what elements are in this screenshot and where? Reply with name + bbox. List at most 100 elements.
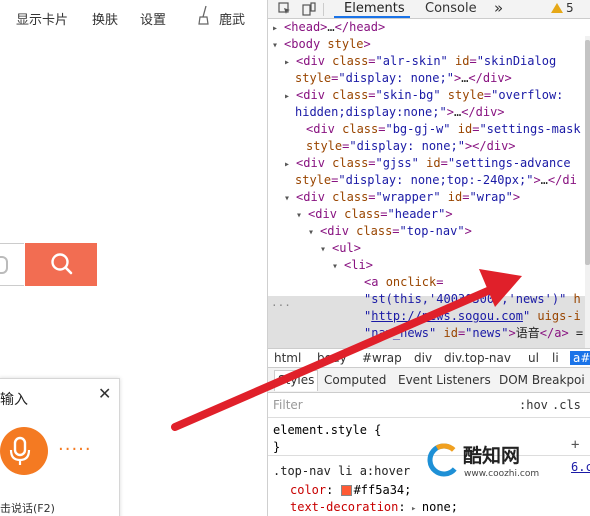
color-swatch[interactable] [340,485,352,496]
search-mic-icon[interactable] [0,256,8,274]
expand-right-icon[interactable]: ▸ [284,91,296,102]
dom-node-line[interactable]: ▾ <li> [332,257,373,274]
dom-node-line[interactable]: ▾ <div class="wrapper" id="wrap"> [284,189,520,206]
dom-token [448,54,455,68]
close-icon[interactable]: ✕ [98,384,111,403]
devtools-panel: Elements Console » 5 ··· ▸ <head>…</head… [268,0,590,516]
dom-token: style [306,139,343,153]
dom-token: … [327,20,335,34]
filter-input[interactable]: Filter [273,398,303,412]
dom-node-line[interactable]: style="display: none;">…</div> [295,70,512,87]
dom-token: <div [308,207,345,221]
dom-token: "settings-advance [447,156,571,170]
more-tabs-icon[interactable]: » [494,0,503,17]
crumb-body[interactable]: body [317,351,347,365]
crumb-top-nav[interactable]: div.top-nav [444,351,511,365]
dom-token: <body [284,37,328,51]
dom-token: </head> [334,20,386,34]
dom-node-line[interactable]: ▾ <div class="header"> [296,206,453,223]
crumb-div[interactable]: div [414,351,432,365]
dom-token: "nav_news" [364,326,437,340]
expand-down-icon[interactable]: ▾ [284,193,296,204]
tab-styles[interactable]: Styles [274,370,319,391]
dom-node-line[interactable]: <a onclick= [364,274,444,291]
warning-icon[interactable] [551,3,563,13]
dom-node-line[interactable]: ▸ <div class="gjss" id="settings-advance [284,155,571,172]
dom-token: id [455,54,470,68]
rule-source-link[interactable]: 6.c [571,460,590,474]
expand-down-icon[interactable]: ▾ [308,227,320,238]
node-actions-ellipsis[interactable]: ··· [271,299,291,312]
tab-dom-breakpoints[interactable]: DOM Breakpoi [499,373,585,387]
dom-token [441,190,448,204]
tab-elements[interactable]: Elements [344,1,405,16]
expand-down-icon[interactable]: ▾ [332,261,344,272]
dom-token: "top-nav" [399,224,465,238]
dom-token: "skin-bg" [375,88,441,102]
dom-token: 语音 [515,326,540,340]
color-declaration[interactable]: color: #ff5a34; [290,482,411,499]
dom-node-line[interactable]: style="display: none;top:-240px;">…</di [295,172,577,189]
dom-node-line[interactable]: ▸ <head>…</head> [272,19,385,36]
dom-token: = [440,156,448,170]
broom-icon[interactable] [197,5,211,25]
tab-event-listeners[interactable]: Event Listeners [398,373,491,387]
dom-token[interactable]: http://news.sogou.com [371,309,523,323]
dom-node-line[interactable]: style="display: none;"></div> [306,138,516,155]
crumb-a-active[interactable]: a# [570,351,590,365]
dom-scrollbar-thumb[interactable] [585,40,590,265]
dom-token: <a [364,275,386,289]
expand-right-icon[interactable]: ▸ [284,57,296,68]
expand-down-icon[interactable]: ▾ [296,210,308,221]
expand-down-icon[interactable]: ▾ [272,40,284,51]
nav-more[interactable]: 鹿武 [219,9,245,28]
dom-node-line[interactable]: ▾ <body style> [272,36,371,53]
dom-node-line[interactable]: ▾ <div class="top-nav"> [308,223,472,240]
crumb-ul[interactable]: ul [528,351,539,365]
search-button[interactable] [25,243,97,286]
microphone-icon [9,436,31,465]
tab-computed[interactable]: Computed [324,373,386,387]
dom-token: "alr-skin" [375,54,448,68]
dom-node-line[interactable]: <div class="bg-gj-w" id="settings-mask [306,121,581,138]
crumb-wrap[interactable]: #wrap [362,351,402,365]
dom-node-line[interactable]: ▸ <div class="alr-skin" id="skinDialog [284,53,556,70]
dom-token: > [512,190,521,204]
dom-token: "news" [465,326,509,340]
dom-node-line[interactable]: ▸ <div class="skin-bg" style="overflow: [284,87,563,104]
devtools-toolbar: Elements Console » 5 [268,0,590,19]
expand-down-icon[interactable]: ▾ [320,244,332,255]
dom-node-line[interactable]: ▾ <ul> [320,240,361,257]
dom-token: "settings-mask [479,122,581,136]
dom-node-line[interactable]: "http://news.sogou.com" uigs-i [364,308,581,325]
warning-count[interactable]: 5 [566,1,574,15]
watermark-url: www.coozhi.com [464,469,540,479]
dom-node-line[interactable]: hidden;display:none;">…</div> [295,104,505,121]
cls-toggle[interactable]: .cls [552,398,581,412]
dom-token: > [363,37,371,51]
inspect-icon[interactable] [278,2,292,16]
dom-token: <div [296,54,333,68]
dom-token: </a> [539,326,569,340]
dom-token: "bg-gj-w" [385,122,451,136]
dom-token: "display: none;" [338,71,454,85]
crumb-li[interactable]: li [552,351,559,365]
nav-settings[interactable]: 设置 [140,9,166,28]
nav-skin[interactable]: 换肤 [92,9,118,28]
dom-token: "display: none;" [349,139,465,153]
mic-button[interactable] [0,427,48,475]
dom-token: <div [306,122,343,136]
nav-show-card[interactable]: 显示卡片 [16,9,68,28]
dom-node-line[interactable]: "st(this,'40030300','news')" h [364,291,581,308]
expand-right-icon[interactable]: ▸ [284,159,296,170]
tab-console[interactable]: Console [425,1,477,16]
expand-right-icon[interactable]: ▸ [272,23,284,34]
dom-token: id [447,190,463,204]
device-toggle-icon[interactable] [302,2,316,16]
text-decoration-declaration[interactable]: text-decoration: ▸ none; [290,499,458,516]
dom-token: = [469,54,477,68]
dom-node-line[interactable]: "nav_news" id="news">语音</a> = [364,325,583,342]
crumb-html[interactable]: html [274,351,301,365]
hov-toggle[interactable]: :hov [519,398,548,412]
search-icon [51,253,73,275]
